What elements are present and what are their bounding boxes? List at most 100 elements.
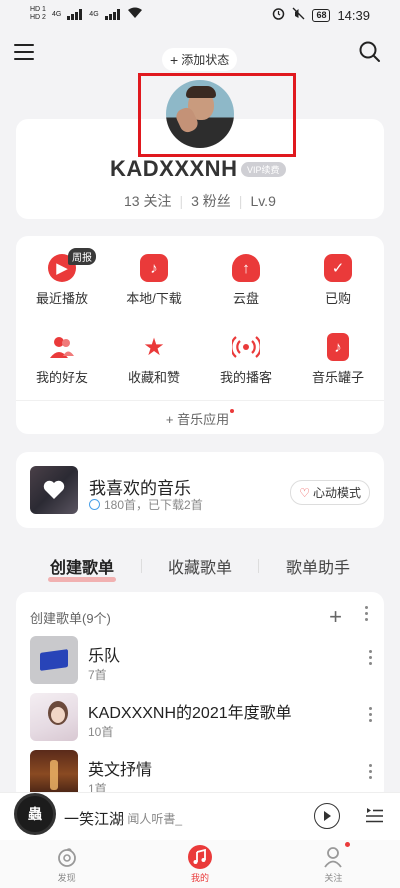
signal-icon-2 [104, 8, 121, 20]
grid-item-purchased[interactable]: ✓ 已购 [292, 254, 384, 307]
nav-discover[interactable]: 发现 [0, 840, 133, 888]
grid-item-label: 音乐罐子 [311, 370, 364, 385]
now-playing-title: 一笑江湖 [64, 811, 125, 828]
grid-item-music-jar[interactable]: ♪ 音乐罐子 [292, 333, 384, 386]
playlist-tabs: 创建歌单 收藏歌单 歌单助手 [16, 552, 384, 582]
grid-item-favorites[interactable]: ★ 收藏和赞 [108, 333, 200, 386]
grid-item-label: 云盘 [232, 291, 259, 306]
playlist-section-header: 创建歌单(9个) [30, 611, 111, 626]
playlist-row[interactable]: 乐队 7首 [30, 636, 372, 686]
quick-actions-card: ▶ 最近播放 周报 ♪ 本地/下载 ↑ 云盘 ✓ 已购 我的好友 ★ 收藏和赞 [16, 236, 384, 434]
playlist-more-button[interactable] [369, 764, 372, 779]
add-playlist-button[interactable]: + [329, 604, 342, 630]
playlist-cover [30, 693, 78, 741]
my-music-icon [187, 844, 212, 869]
grid-item-label: 最近播放 [35, 291, 88, 306]
grid-item-local-download[interactable]: ♪ 本地/下载 [108, 254, 200, 307]
playlist-cover [30, 750, 78, 798]
play-button[interactable] [314, 803, 340, 829]
new-dot [230, 409, 235, 413]
playlist-title: 乐队 [88, 648, 121, 665]
podcast-icon [232, 333, 260, 361]
playlist-more-button[interactable] [369, 650, 372, 665]
grid-item-label: 收藏和赞 [127, 370, 180, 385]
download-check-icon [89, 499, 100, 510]
tab-divider [258, 559, 260, 573]
status-bar: HD 1 HD 2 4G 4G 68 14:39 [0, 0, 400, 30]
playlist-more-button[interactable] [369, 707, 372, 722]
vip-badge[interactable]: VIP续费 [241, 162, 286, 177]
user-level[interactable]: Lv.9 [250, 193, 275, 209]
playlist-count: 10首 [88, 725, 114, 739]
playlist-row[interactable]: KADXXXNH的2021年度歌单 10首 [30, 693, 372, 743]
grid-item-cloud[interactable]: ↑ 云盘 [200, 254, 292, 307]
mini-player[interactable]: 蟲 一笑江湖 - 闻人听書_ [0, 792, 400, 840]
playlist-count: 7首 [88, 668, 107, 682]
nav-label: 我的 [190, 872, 209, 883]
followers-count[interactable]: 3 粉丝 [191, 191, 231, 211]
network-type-2: 4G [89, 10, 99, 18]
star-icon: ★ [143, 333, 165, 361]
grid-item-podcast[interactable]: 我的播客 [200, 333, 292, 386]
playlist-title: 英文抒情 [88, 762, 153, 779]
liked-music-card[interactable]: 我喜欢的音乐 180首，已下载2首 ♡ 心动模式 [16, 452, 384, 528]
grid-item-label: 本地/下载 [126, 291, 182, 306]
music-jar-icon: ♪ [327, 333, 349, 361]
following-count[interactable]: 13 关注 [124, 191, 171, 211]
add-status-button[interactable]: + 添加状态 [162, 48, 238, 71]
follow-icon [321, 845, 345, 869]
tab-collected-playlists[interactable]: 收藏歌单 [168, 554, 232, 578]
heart-mode-button[interactable]: ♡ 心动模式 [290, 480, 370, 505]
sim1-label: HD 1 [30, 6, 46, 13]
playlist-queue-button[interactable] [364, 805, 384, 825]
sim2-label: HD 2 [30, 14, 46, 21]
signal-icon [67, 8, 83, 20]
bottom-nav: 发现 我的 关注 [0, 840, 400, 888]
friends-icon [48, 333, 76, 361]
search-button[interactable] [358, 40, 382, 64]
grid-item-label: 我的播客 [219, 370, 272, 385]
nav-follow[interactable]: 关注 [267, 840, 400, 888]
alarm-icon [272, 7, 285, 23]
add-status-label: 添加状态 [181, 53, 230, 67]
music-app-label: 音乐应用 [177, 412, 230, 427]
plus-icon: + [165, 412, 178, 427]
profile-stats: 13 关注 | 3 粉丝 | Lv.9 [124, 191, 276, 211]
grid-item-recent-play[interactable]: ▶ 最近播放 周报 [16, 248, 108, 307]
playlist-title: KADXXXNH的2021年度歌单 [88, 705, 292, 722]
playlist-section-more-button[interactable] [365, 606, 368, 621]
heart-outline-icon: ♡ [299, 485, 310, 500]
local-download-icon: ♪ [140, 254, 168, 282]
grid-item-label: 我的好友 [35, 370, 88, 385]
tab-playlist-assistant[interactable]: 歌单助手 [286, 554, 350, 578]
nav-my-music[interactable]: 我的 [133, 840, 266, 888]
heart-mode-label: 心动模式 [312, 486, 361, 500]
network-type-1: 4G [51, 10, 62, 18]
menu-button[interactable] [14, 44, 34, 60]
weekly-report-tag: 周报 [68, 248, 96, 265]
wifi-icon [127, 7, 143, 22]
cloud-upload-icon: ↑ [232, 254, 260, 282]
avatar[interactable] [166, 80, 234, 148]
tab-created-playlists[interactable]: 创建歌单 [47, 554, 117, 582]
playlist-card: 创建歌单(9个) + 乐队 7首 KADXXXNH的2021年度歌单 10首 英… [16, 592, 384, 802]
play-icon [324, 811, 331, 821]
username[interactable]: KADXXXNH [110, 156, 237, 182]
liked-music-subtitle: 180首，已下载2首 [89, 496, 203, 513]
now-playing-cover[interactable]: 蟲 [14, 793, 56, 835]
grid-item-label: 已购 [324, 291, 351, 306]
plus-icon: + [170, 51, 179, 68]
battery-indicator: 68 [312, 8, 331, 22]
menu-icon [14, 44, 34, 46]
purchased-icon: ✓ [324, 254, 352, 282]
search-icon [359, 41, 380, 62]
discover-icon [55, 845, 79, 869]
grid-item-friends[interactable]: 我的好友 [16, 333, 108, 386]
heart-icon [43, 480, 65, 499]
nav-label: 关注 [324, 872, 343, 883]
sim-indicator: HD 1 HD 2 [30, 6, 46, 22]
playlist-queue-icon [366, 808, 383, 823]
tab-divider [140, 559, 142, 573]
music-app-button[interactable]: + 音乐应用 [16, 400, 384, 428]
now-playing-artist: - 闻人听書_ [120, 812, 183, 826]
